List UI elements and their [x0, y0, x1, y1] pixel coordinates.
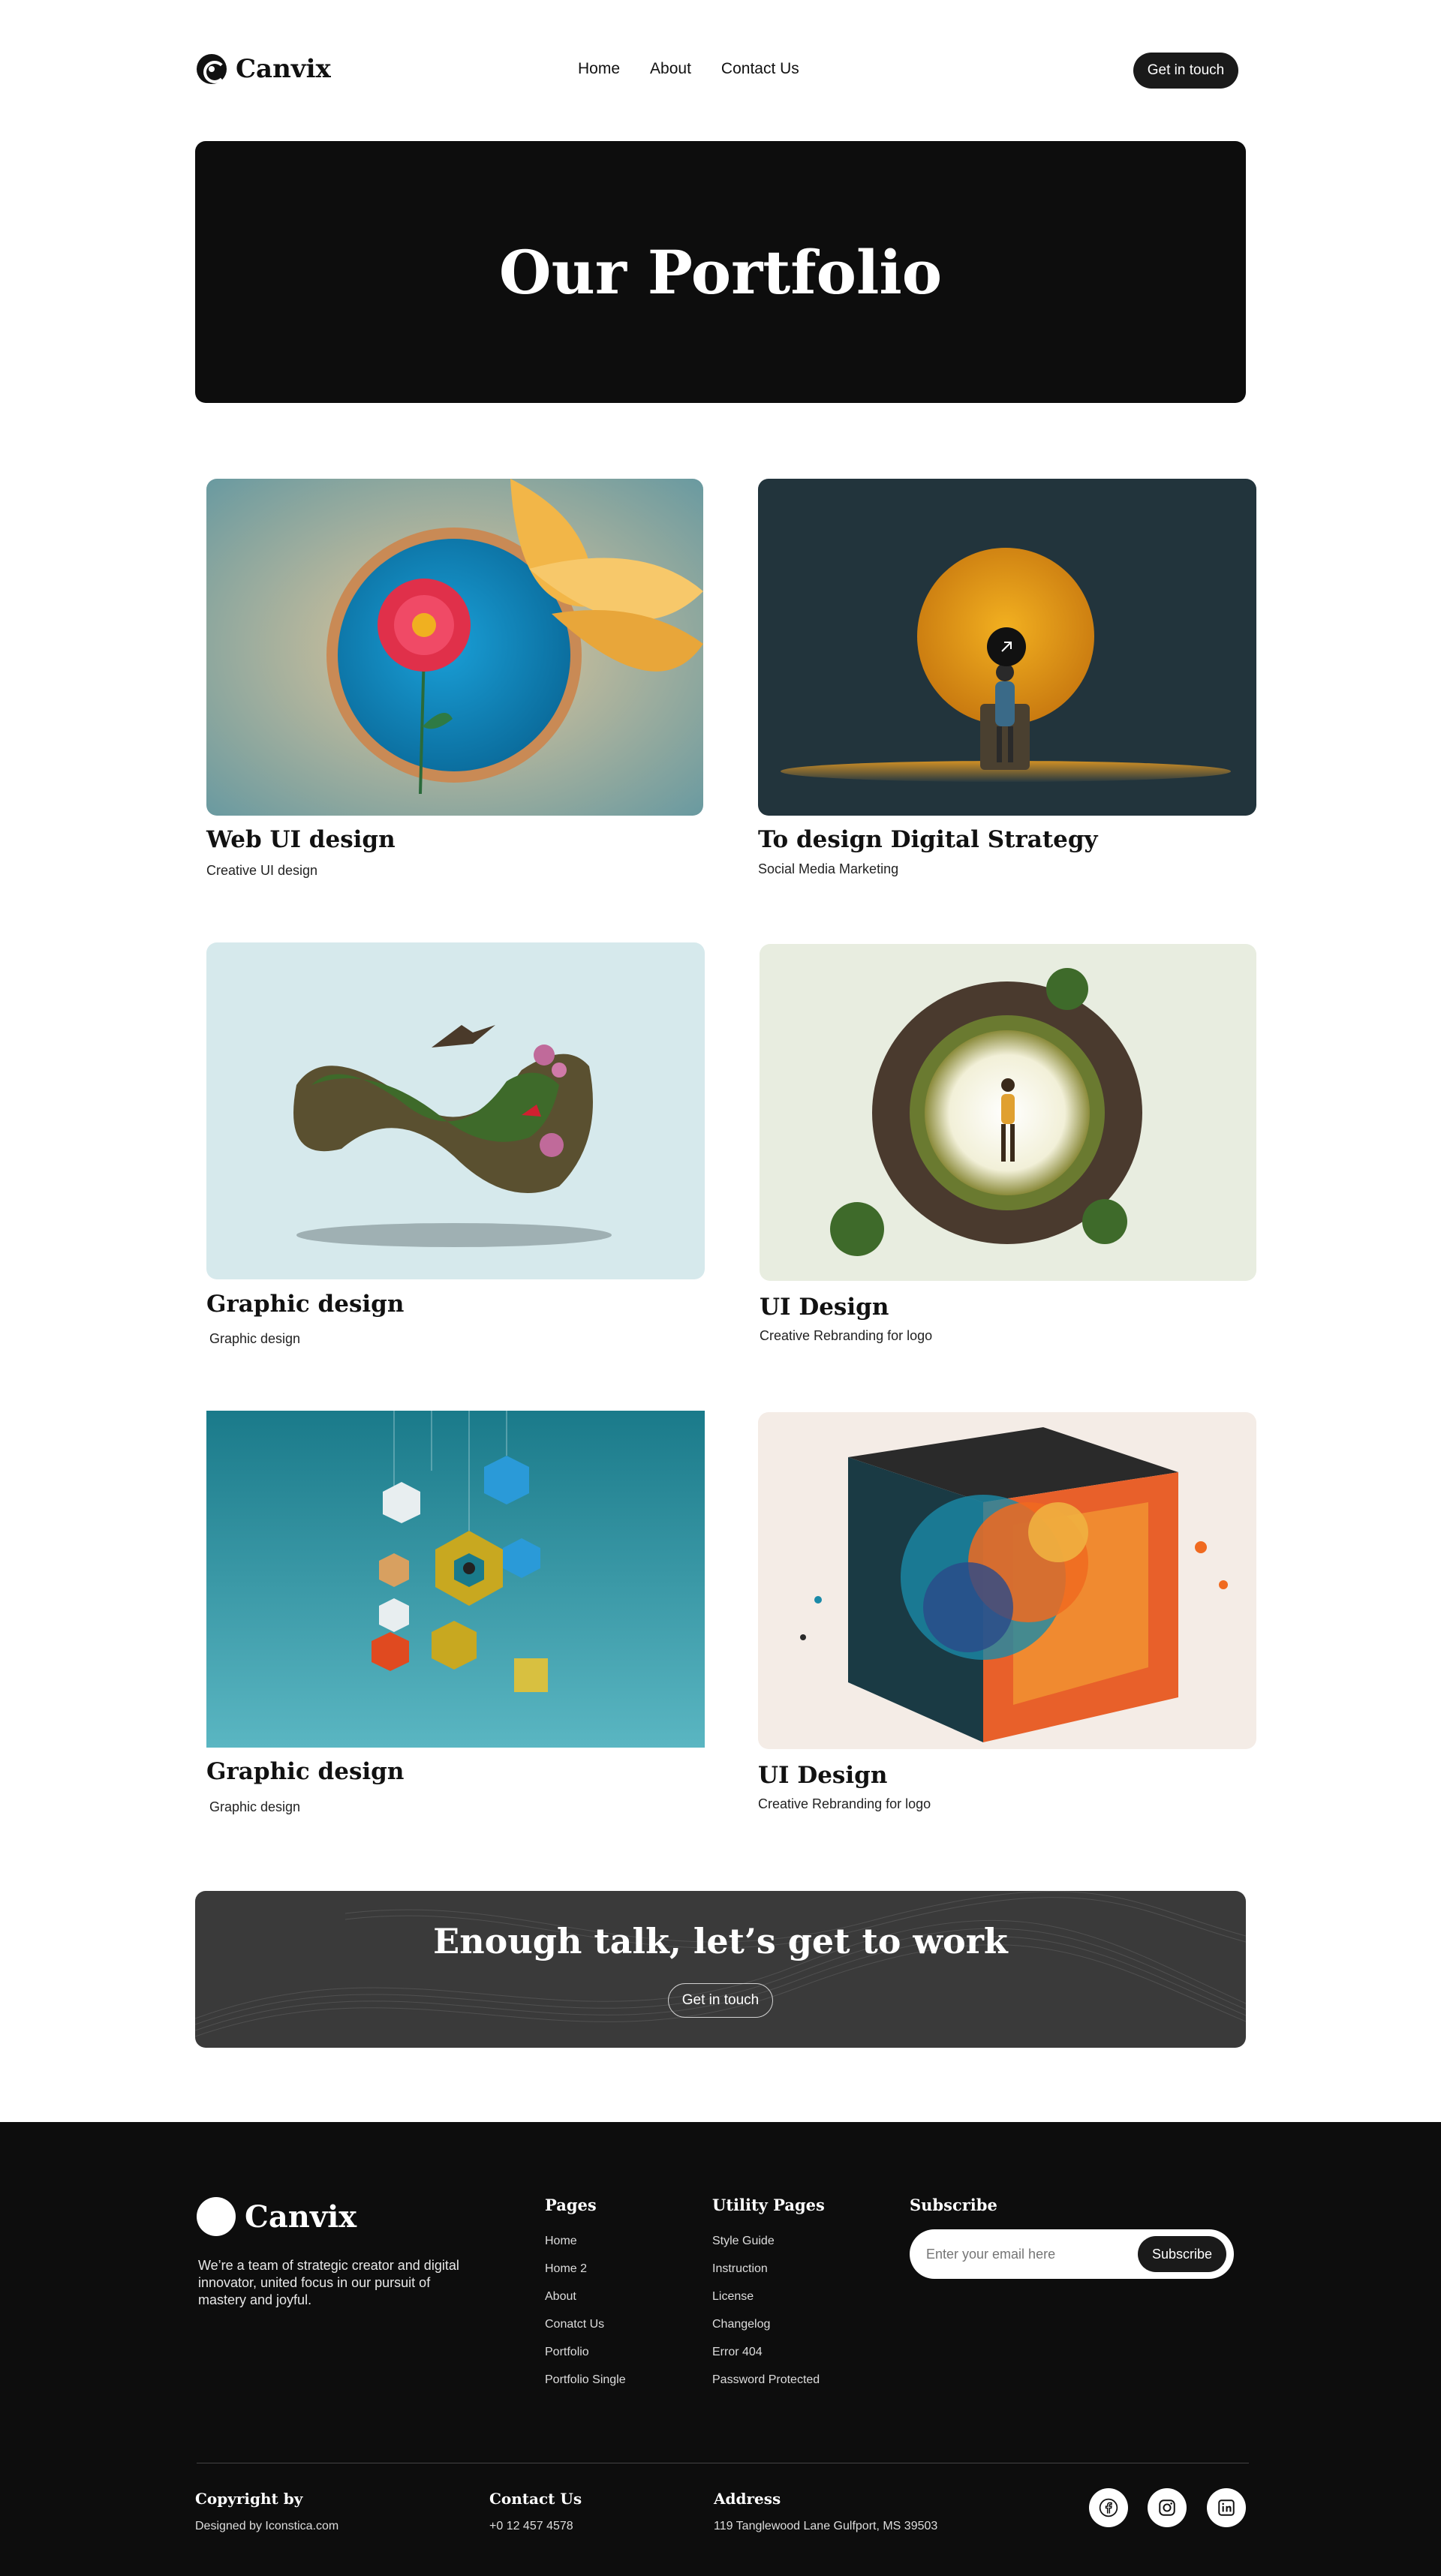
mobius-island-illustration	[206, 942, 705, 1279]
footer-brand-name: Canvix	[245, 2199, 357, 2235]
nav-contact-us[interactable]: Contact Us	[721, 60, 799, 78]
linkedin-link[interactable]	[1207, 2488, 1246, 2527]
card-subtitle-5: Graphic design	[209, 1799, 301, 1814]
copyright-text[interactable]: Designed by Iconstica.com	[195, 2520, 338, 2533]
footer-link-password-protected[interactable]: Password Protected	[712, 2373, 820, 2387]
card-subtitle-3: Graphic design	[209, 1331, 301, 1346]
contact-heading: Contact Us	[489, 2490, 582, 2508]
footer-subscribe-heading: Subscribe	[910, 2196, 997, 2214]
main-nav: Home About Contact Us	[578, 60, 799, 78]
card-subtitle-2: Social Media Marketing	[758, 861, 899, 876]
card-title-5[interactable]: Graphic design	[206, 1758, 404, 1785]
hexagon-sculpture-illustration	[206, 1411, 705, 1748]
footer-logo[interactable]: Canvix	[197, 2197, 356, 2236]
exploding-cube-illustration	[758, 1412, 1256, 1749]
footer-link-portfolio-single[interactable]: Portfolio Single	[545, 2373, 626, 2387]
footer-pages-heading: Pages	[545, 2196, 597, 2214]
card-title-6[interactable]: UI Design	[758, 1762, 887, 1789]
get-in-touch-button[interactable]: Get in touch	[1133, 53, 1238, 89]
portfolio-image-4[interactable]	[760, 944, 1256, 1281]
card-subtitle-6: Creative Rebranding for logo	[758, 1796, 931, 1811]
subscribe-button[interactable]: Subscribe	[1138, 2236, 1226, 2272]
instagram-link[interactable]	[1148, 2488, 1187, 2527]
address-text: 119 Tanglewood Lane Gulfport, MS 39503	[714, 2520, 938, 2532]
copyright-heading: Copyright by	[195, 2490, 303, 2508]
contact-phone[interactable]: +0 12 457 4578	[489, 2520, 573, 2533]
wave-lines-decoration	[195, 1891, 1246, 2037]
card-subtitle-1: Creative UI design	[206, 863, 318, 878]
address-heading: Address	[714, 2490, 781, 2508]
cta-banner: Enough talk, let’s get to work Get in to…	[195, 1891, 1246, 2048]
footer-link-home-2[interactable]: Home 2	[545, 2262, 587, 2276]
facebook-icon	[1099, 2498, 1118, 2517]
card-subtitle-4: Creative Rebranding for logo	[760, 1328, 933, 1343]
card-title-3[interactable]: Graphic design	[206, 1291, 404, 1318]
card-title-4[interactable]: UI Design	[760, 1294, 889, 1321]
open-arrow-button[interactable]	[987, 627, 1026, 666]
portfolio-image-3[interactable]	[206, 942, 705, 1279]
footer-link-home[interactable]: Home	[545, 2235, 577, 2248]
subscribe-email-input[interactable]	[926, 2239, 1121, 2269]
footer-about-text: We’re a team of strategic creator and di…	[198, 2258, 459, 2307]
subscribe-form: Subscribe	[910, 2229, 1234, 2279]
page-title: Our Portfolio	[498, 236, 943, 308]
nav-home[interactable]: Home	[578, 60, 620, 78]
footer-utility-heading: Utility Pages	[712, 2196, 825, 2214]
header-logo[interactable]: Canvix	[197, 54, 331, 84]
nav-about[interactable]: About	[650, 60, 691, 78]
site-footer: Canvix We’re a team of strategic creator…	[0, 2122, 1441, 2576]
portfolio-image-2[interactable]	[758, 479, 1256, 816]
footer-link-contact[interactable]: Conatct Us	[545, 2318, 604, 2331]
portfolio-image-1[interactable]	[206, 479, 703, 816]
cta-title: Enough talk, let’s get to work	[433, 1921, 1008, 1961]
logo-icon	[197, 54, 227, 84]
portfolio-image-6[interactable]	[758, 1412, 1256, 1749]
footer-link-changelog[interactable]: Changelog	[712, 2318, 770, 2331]
brand-name: Canvix	[236, 54, 331, 84]
footer-logo-icon	[197, 2197, 236, 2236]
floating-earth-ring-illustration	[760, 944, 1256, 1281]
footer-link-license[interactable]: License	[712, 2290, 754, 2304]
hero-banner: Our Portfolio	[195, 141, 1246, 403]
footer-link-portfolio[interactable]: Portfolio	[545, 2346, 589, 2359]
footer-link-error-404[interactable]: Error 404	[712, 2346, 763, 2359]
footer-link-style-guide[interactable]: Style Guide	[712, 2235, 775, 2248]
footer-link-instruction[interactable]: Instruction	[712, 2262, 768, 2276]
cta-get-in-touch-button[interactable]: Get in touch	[668, 1983, 773, 2018]
footer-link-about[interactable]: About	[545, 2290, 576, 2304]
flower-bowl-illustration	[206, 479, 703, 816]
card-title-1[interactable]: Web UI design	[206, 826, 396, 853]
arrow-up-right-icon	[1001, 642, 1012, 652]
instagram-icon	[1159, 2499, 1175, 2516]
portfolio-image-5[interactable]	[206, 1411, 705, 1748]
facebook-link[interactable]	[1089, 2488, 1128, 2527]
card-title-2[interactable]: To design Digital Strategy	[758, 826, 1098, 853]
linkedin-icon	[1218, 2499, 1235, 2516]
